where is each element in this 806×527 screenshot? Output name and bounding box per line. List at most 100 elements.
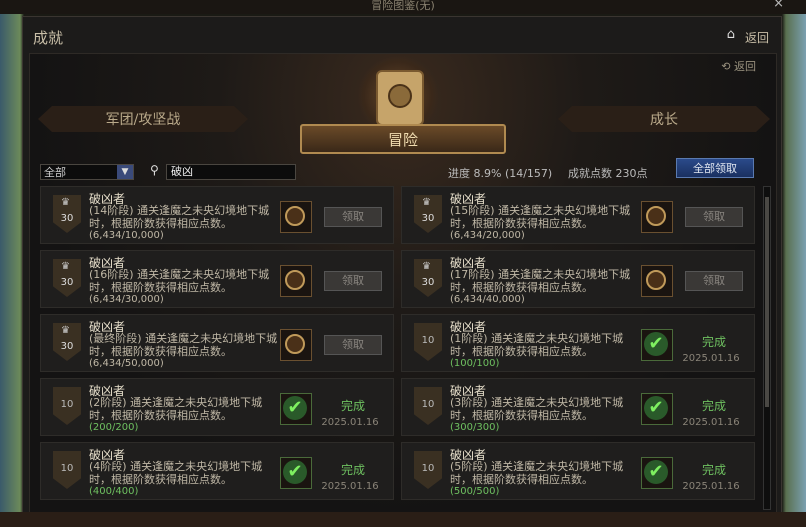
achievement-progress: (100/100): [450, 358, 500, 369]
scrollbar-thumb[interactable]: [765, 197, 769, 407]
points-badge: ♛ 30: [53, 195, 81, 233]
achievement-card: ♛ 30 破凶者 (17阶段) 通关逢魔之未央幻境地下城时，根据阶数获得相应点数…: [401, 250, 755, 308]
badge-points: 10: [60, 399, 74, 410]
achievement-desc: (4阶段) 通关逢魔之未央幻境地下城时，根据阶数获得相应点数。: [89, 460, 263, 486]
achievement-card: 10 破凶者 (4阶段) 通关逢魔之未央幻境地下城时，根据阶数获得相应点数。 (…: [40, 442, 394, 500]
page-title: 成就: [33, 29, 64, 47]
badge-points: 10: [421, 399, 435, 410]
achievement-desc: (17阶段) 通关逢魔之未央幻境地下城时，根据阶数获得相应点数。: [450, 268, 631, 294]
medal-icon: [646, 270, 666, 290]
achievement-progress: (200/200): [89, 422, 139, 433]
tab-adventure[interactable]: 冒险: [300, 124, 506, 154]
achievement-desc: (2阶段) 通关逢魔之未央幻境地下城时，根据阶数获得相应点数。: [89, 396, 263, 422]
completed-date: 2025.01.16: [682, 353, 740, 364]
achievement-list: ♛ 30 破凶者 (14阶段) 通关逢魔之未央幻境地下城时，根据阶数获得相应点数…: [40, 186, 758, 510]
window-title-bar: 冒险图鉴(无) ×: [0, 0, 806, 14]
reward-icon: [641, 201, 673, 233]
achievement-window: 成就 ⌂ 返回 ⟲ 返回 军团/攻坚战 成长 冒险 全部 ▼ ⚲ 破凶 进度 8…: [22, 16, 782, 524]
trophy-icon: ♛: [61, 261, 70, 272]
tab-legion[interactable]: 军团/攻坚战: [38, 106, 248, 132]
window-title: 冒险图鉴(无): [371, 0, 435, 12]
tab-growth[interactable]: 成长: [558, 106, 770, 132]
achievement-card: ♛ 30 破凶者 (15阶段) 通关逢魔之未央幻境地下城时，根据阶数获得相应点数…: [401, 186, 755, 244]
reward-icon: [280, 201, 312, 233]
reward-check-icon: ✔: [280, 457, 312, 489]
check-icon: ✔: [283, 396, 307, 420]
chevron-down-icon[interactable]: ▼: [117, 165, 133, 179]
claim-button[interactable]: 领取: [324, 271, 382, 291]
achievement-desc: (15阶段) 通关逢魔之未央幻境地下城时，根据阶数获得相应点数。: [450, 204, 631, 230]
achievement-progress: (300/300): [450, 422, 500, 433]
progress-text: 进度 8.9% (14/157): [448, 167, 553, 180]
points-text: 成就点数 230点: [568, 167, 648, 180]
claim-button[interactable]: 领取: [324, 207, 382, 227]
medal-icon: [285, 334, 305, 354]
compass-icon: [388, 84, 412, 108]
points-badge: ♛ 30: [53, 259, 81, 297]
game-hud-strip: [0, 512, 806, 527]
points-badge: ♛ 30: [414, 259, 442, 297]
badge-points: 10: [421, 463, 435, 474]
reward-check-icon: ✔: [641, 329, 673, 361]
check-icon: ✔: [644, 396, 668, 420]
achievement-card: ♛ 30 破凶者 (最终阶段) 通关逢魔之未央幻境地下城时，根据阶数获得相应点数…: [40, 314, 394, 372]
completed-date: 2025.01.16: [682, 417, 740, 428]
trophy-icon: ♛: [61, 325, 70, 336]
achievement-desc: (14阶段) 通关逢魔之未央幻境地下城时，根据阶数获得相应点数。: [89, 204, 270, 230]
achievement-desc: (最终阶段) 通关逢魔之未央幻境地下城时，根据阶数获得相应点数。: [89, 332, 278, 358]
completed-label: 完成: [340, 399, 365, 413]
achievement-card: 10 破凶者 (2阶段) 通关逢魔之未央幻境地下城时，根据阶数获得相应点数。 (…: [40, 378, 394, 436]
points-badge: 10: [53, 387, 81, 425]
reward-check-icon: ✔: [641, 393, 673, 425]
points-badge: 10: [414, 451, 442, 489]
search-icon: ⚲: [150, 163, 159, 177]
points-badge: 10: [53, 451, 81, 489]
trophy-icon: ♛: [422, 261, 431, 272]
back-button[interactable]: 返回: [745, 29, 769, 46]
claim-button[interactable]: 领取: [685, 207, 743, 227]
achievement-card: 10 破凶者 (5阶段) 通关逢魔之未央幻境地下城时，根据阶数获得相应点数。 (…: [401, 442, 755, 500]
panel-back-button[interactable]: ⟲ 返回: [721, 58, 756, 74]
reward-icon: [280, 329, 312, 361]
badge-points: 10: [60, 463, 74, 474]
completed-label: 完成: [701, 335, 726, 349]
completed-date: 2025.01.16: [321, 417, 379, 428]
check-icon: ✔: [644, 332, 668, 356]
medal-icon: [285, 270, 305, 290]
panel-back-label: 返回: [734, 60, 756, 73]
points-badge: 10: [414, 387, 442, 425]
close-icon[interactable]: ×: [773, 0, 784, 10]
achievement-card: ♛ 30 破凶者 (14阶段) 通关逢魔之未央幻境地下城时，根据阶数获得相应点数…: [40, 186, 394, 244]
badge-points: 30: [421, 213, 435, 224]
achievement-desc: (3阶段) 通关逢魔之未央幻境地下城时，根据阶数获得相应点数。: [450, 396, 624, 422]
achievement-progress: (6,434/20,000): [450, 230, 525, 241]
achievement-card: 10 破凶者 (3阶段) 通关逢魔之未央幻境地下城时，根据阶数获得相应点数。 (…: [401, 378, 755, 436]
claim-all-button[interactable]: 全部领取: [676, 158, 754, 178]
reward-check-icon: ✔: [641, 457, 673, 489]
category-dropdown[interactable]: 全部 ▼: [40, 164, 134, 180]
badge-points: 30: [60, 341, 74, 352]
claim-button[interactable]: 领取: [324, 335, 382, 355]
achievement-progress: (6,434/50,000): [89, 358, 164, 369]
scrollbar[interactable]: [763, 186, 771, 510]
achievement-card: 10 破凶者 (1阶段) 通关逢魔之未央幻境地下城时，根据阶数获得相应点数。 (…: [401, 314, 755, 372]
achievement-card: ♛ 30 破凶者 (16阶段) 通关逢魔之未央幻境地下城时，根据阶数获得相应点数…: [40, 250, 394, 308]
medal-icon: [646, 206, 666, 226]
completed-date: 2025.01.16: [682, 481, 740, 492]
badge-points: 30: [60, 277, 74, 288]
badge-points: 10: [421, 335, 435, 346]
points-badge: ♛ 30: [53, 323, 81, 361]
medal-icon: [285, 206, 305, 226]
check-icon: ✔: [644, 460, 668, 484]
reward-check-icon: ✔: [280, 393, 312, 425]
achievement-progress: (6,434/30,000): [89, 294, 164, 305]
points-badge: 10: [414, 323, 442, 361]
achievement-desc: (16阶段) 通关逢魔之未央幻境地下城时，根据阶数获得相应点数。: [89, 268, 270, 294]
search-input[interactable]: 破凶: [166, 164, 296, 180]
reward-icon: [280, 265, 312, 297]
completed-label: 完成: [701, 463, 726, 477]
claim-button[interactable]: 领取: [685, 271, 743, 291]
home-icon[interactable]: ⌂: [727, 27, 735, 42]
achievement-progress: (400/400): [89, 486, 139, 497]
achievement-desc: (5阶段) 通关逢魔之未央幻境地下城时，根据阶数获得相应点数。: [450, 460, 624, 486]
